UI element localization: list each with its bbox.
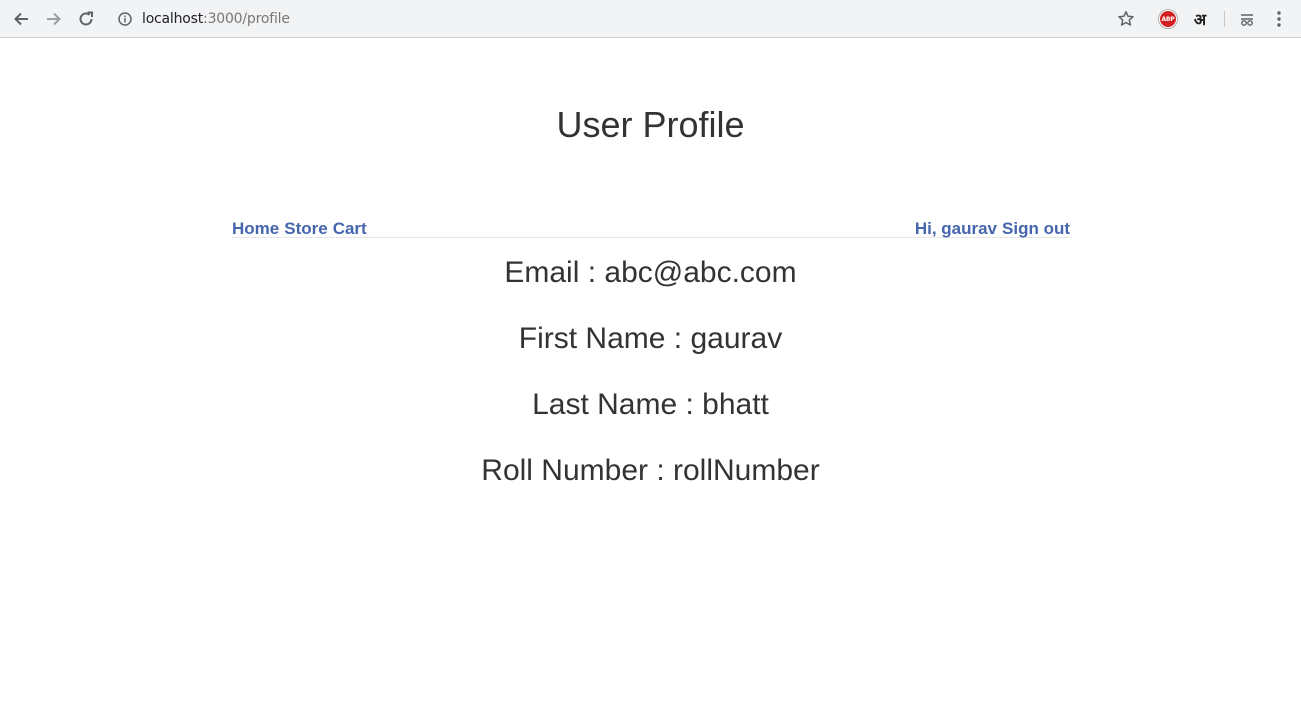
last-name-field: Last Name : bhatt	[532, 388, 769, 421]
nav-link-cart[interactable]: Cart	[333, 219, 367, 239]
browser-toolbar: localhost:3000/profile ABP अ	[0, 0, 1301, 38]
url-host: localhost	[142, 11, 204, 27]
arrow-left-icon	[14, 12, 28, 26]
roll-number-field: Roll Number : rollNumber	[481, 454, 820, 487]
address-bar[interactable]: localhost:3000/profile	[108, 4, 1148, 34]
kebab-menu-icon[interactable]	[1270, 9, 1288, 29]
extension-icon[interactable]	[1238, 10, 1256, 28]
bookmark-star-icon[interactable]	[1116, 9, 1136, 29]
url-text: localhost:3000/profile	[142, 11, 290, 27]
info-icon[interactable]	[118, 11, 134, 27]
nav-link-store[interactable]: Store	[284, 219, 327, 239]
user-greeting: Hi, gaurav	[914, 219, 998, 238]
first-name-field: First Name : gaurav	[518, 322, 783, 355]
forward-button[interactable]	[42, 7, 66, 31]
toolbar-divider	[1224, 11, 1225, 27]
sign-out-link[interactable]: Sign out	[1002, 219, 1070, 239]
email-field: Email : abc@abc.com	[504, 256, 797, 289]
back-button[interactable]	[9, 7, 33, 31]
nav-right: Hi, gaurav Sign out	[915, 219, 1070, 239]
arrow-right-icon	[47, 12, 61, 26]
site-navbar: Home Store Cart Hi, gaurav Sign out	[232, 216, 1070, 238]
page-title: User Profile	[556, 104, 745, 145]
nav-left: Home Store Cart	[232, 219, 367, 239]
nav-link-home[interactable]: Home	[232, 219, 279, 239]
reload-icon	[79, 11, 93, 26]
translate-icon[interactable]: अ	[1190, 8, 1210, 30]
reload-button[interactable]	[74, 7, 98, 31]
url-path: :3000/profile	[203, 11, 290, 27]
adblock-icon[interactable]: ABP	[1159, 10, 1177, 28]
